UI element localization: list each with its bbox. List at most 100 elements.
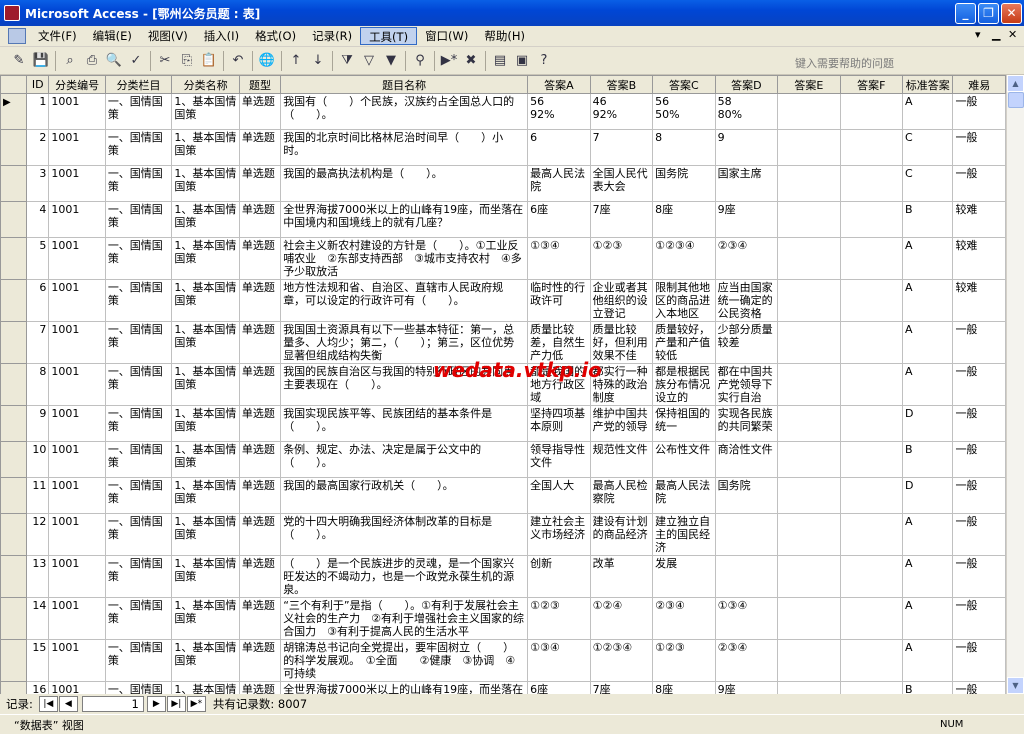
- table-cell[interactable]: 国务院: [714, 477, 779, 514]
- hyperlink-icon[interactable]: 🌐: [256, 50, 278, 72]
- table-cell[interactable]: 一、国情国策: [104, 93, 173, 130]
- table-cell[interactable]: 单选题: [238, 597, 282, 640]
- restore-button[interactable]: ❐: [978, 3, 999, 24]
- table-cell[interactable]: 实现各民族的共同繁荣: [714, 405, 779, 442]
- table-cell[interactable]: ①②③: [527, 597, 591, 640]
- table-cell[interactable]: [777, 477, 841, 514]
- table-cell[interactable]: 6: [527, 129, 591, 166]
- table-cell[interactable]: A: [902, 639, 954, 682]
- close-button[interactable]: ✕: [1001, 3, 1022, 24]
- column-header[interactable]: 答案E: [777, 75, 841, 94]
- minimize-button[interactable]: _: [955, 3, 976, 24]
- table-cell[interactable]: [714, 513, 779, 556]
- table-row[interactable]: 15 1001 一、国情国策 1、基本国情国策 单选题 胡锦涛总书记向全党提出，要牢固树立…: [0, 639, 1006, 682]
- table-cell[interactable]: 单选题: [238, 279, 282, 322]
- close-doc-icon[interactable]: ✕: [1008, 28, 1017, 41]
- table-cell[interactable]: A: [902, 237, 954, 280]
- current-record-field[interactable]: 1: [81, 696, 144, 712]
- table-cell[interactable]: 7座: [589, 681, 654, 694]
- row-selector[interactable]: [0, 129, 28, 166]
- new-record-button[interactable]: ▶*: [186, 696, 206, 712]
- table-cell[interactable]: 条例、规定、办法、决定是属于公文中的（ ）。: [280, 441, 529, 478]
- table-cell[interactable]: 单选题: [238, 237, 282, 280]
- table-cell[interactable]: [777, 279, 841, 322]
- table-cell[interactable]: 建立社会主义市场经济: [527, 513, 591, 556]
- row-selector[interactable]: [0, 279, 28, 322]
- table-cell[interactable]: ①②③④: [589, 639, 654, 682]
- table-cell[interactable]: 一、国情国策: [104, 237, 173, 280]
- column-header[interactable]: 答案C: [652, 75, 716, 94]
- table-cell[interactable]: 1、基本国情国策: [171, 513, 240, 556]
- first-record-button[interactable]: |◀: [38, 696, 58, 712]
- table-cell[interactable]: [839, 639, 904, 682]
- table-cell[interactable]: A: [902, 279, 954, 322]
- table-cell[interactable]: 建立独立自主的国民经济: [652, 513, 716, 556]
- table-cell[interactable]: 1001: [48, 129, 106, 166]
- table-cell[interactable]: 一、国情国策: [104, 201, 173, 238]
- column-header[interactable]: 标准答案: [902, 75, 954, 94]
- table-cell[interactable]: 商洽性文件: [714, 441, 779, 478]
- menu-item-3[interactable]: 插入(I): [196, 27, 247, 45]
- table-cell[interactable]: [839, 441, 904, 478]
- table-cell[interactable]: 一、国情国策: [104, 165, 173, 202]
- table-cell[interactable]: [839, 681, 904, 694]
- table-cell[interactable]: 一、国情国策: [104, 639, 173, 682]
- table-cell[interactable]: [714, 555, 779, 598]
- next-record-button[interactable]: ▶: [146, 696, 166, 712]
- menu-item-0[interactable]: 文件(F): [30, 27, 85, 45]
- column-header[interactable]: ID: [26, 75, 50, 94]
- menu-item-8[interactable]: 帮助(H): [476, 27, 533, 45]
- row-selector[interactable]: [0, 681, 28, 694]
- search-db-icon[interactable]: ⌕: [59, 50, 81, 72]
- table-cell[interactable]: 一般: [952, 555, 1006, 598]
- table-cell[interactable]: 3: [26, 165, 50, 202]
- table-cell[interactable]: 一、国情国策: [104, 555, 173, 598]
- table-cell[interactable]: 7: [589, 129, 654, 166]
- table-cell[interactable]: [777, 129, 841, 166]
- print-preview-icon[interactable]: 🔍: [103, 50, 125, 72]
- row-selector[interactable]: [0, 597, 28, 640]
- chevron-down-icon[interactable]: ▾: [975, 28, 981, 41]
- table-cell[interactable]: 单选题: [238, 441, 282, 478]
- table-cell[interactable]: [777, 441, 841, 478]
- table-cell[interactable]: 一、国情国策: [104, 441, 173, 478]
- table-cell[interactable]: 一、国情国策: [104, 321, 173, 364]
- table-cell[interactable]: A: [902, 363, 954, 406]
- table-cell[interactable]: 领导指导性文件: [527, 441, 591, 478]
- table-cell[interactable]: 单选题: [238, 129, 282, 166]
- table-cell[interactable]: 1001: [48, 405, 106, 442]
- table-row[interactable]: 4 1001 一、国情国策 1、基本国情国策 单选题 全世界海拔7000米以上的山峰有19…: [0, 201, 1006, 238]
- table-cell[interactable]: 一般: [952, 405, 1006, 442]
- table-cell[interactable]: 我国的最高国家行政机关（ ）。: [280, 477, 529, 514]
- table-cell[interactable]: [839, 129, 904, 166]
- table-cell[interactable]: [839, 93, 904, 130]
- copy-icon[interactable]: ⎘: [176, 50, 198, 72]
- column-header[interactable]: 题目名称: [280, 75, 529, 94]
- table-cell[interactable]: 7: [26, 321, 50, 364]
- table-cell[interactable]: ①③④: [527, 237, 591, 280]
- table-cell[interactable]: [777, 165, 841, 202]
- row-selector[interactable]: ▶: [0, 93, 28, 130]
- table-cell[interactable]: [777, 363, 841, 406]
- table-cell[interactable]: 建设有计划的商品经济: [589, 513, 654, 556]
- table-cell[interactable]: 较难: [952, 279, 1006, 322]
- table-row[interactable]: 161001一、国情国策1、基本国情国策单选题全世界海拔7000米以上的山峰有1…: [0, 681, 1006, 694]
- table-cell[interactable]: 一般: [952, 129, 1006, 166]
- help-icon[interactable]: ?: [533, 50, 555, 72]
- table-cell[interactable]: A: [902, 555, 954, 598]
- table-cell[interactable]: 1001: [48, 555, 106, 598]
- table-cell[interactable]: 8座: [652, 681, 716, 694]
- table-cell[interactable]: 14: [26, 597, 50, 640]
- paste-icon[interactable]: 📋: [198, 50, 220, 72]
- table-cell[interactable]: 单选题: [238, 681, 282, 694]
- table-cell[interactable]: 一、国情国策: [104, 363, 173, 406]
- table-cell[interactable]: 9座: [714, 201, 779, 238]
- table-cell[interactable]: 单选题: [238, 165, 282, 202]
- table-cell[interactable]: 规范性文件: [589, 441, 654, 478]
- table-cell[interactable]: 一般: [952, 93, 1006, 130]
- table-row[interactable]: 13 1001 一、国情国策 1、基本国情国策 单选题（ ）是一个民族进步的灵魂，是一个…: [0, 555, 1006, 598]
- table-cell[interactable]: 1、基本国情国策: [171, 321, 240, 364]
- spelling-icon[interactable]: ✓: [125, 50, 147, 72]
- last-record-button[interactable]: ▶|: [166, 696, 186, 712]
- table-cell[interactable]: [777, 237, 841, 280]
